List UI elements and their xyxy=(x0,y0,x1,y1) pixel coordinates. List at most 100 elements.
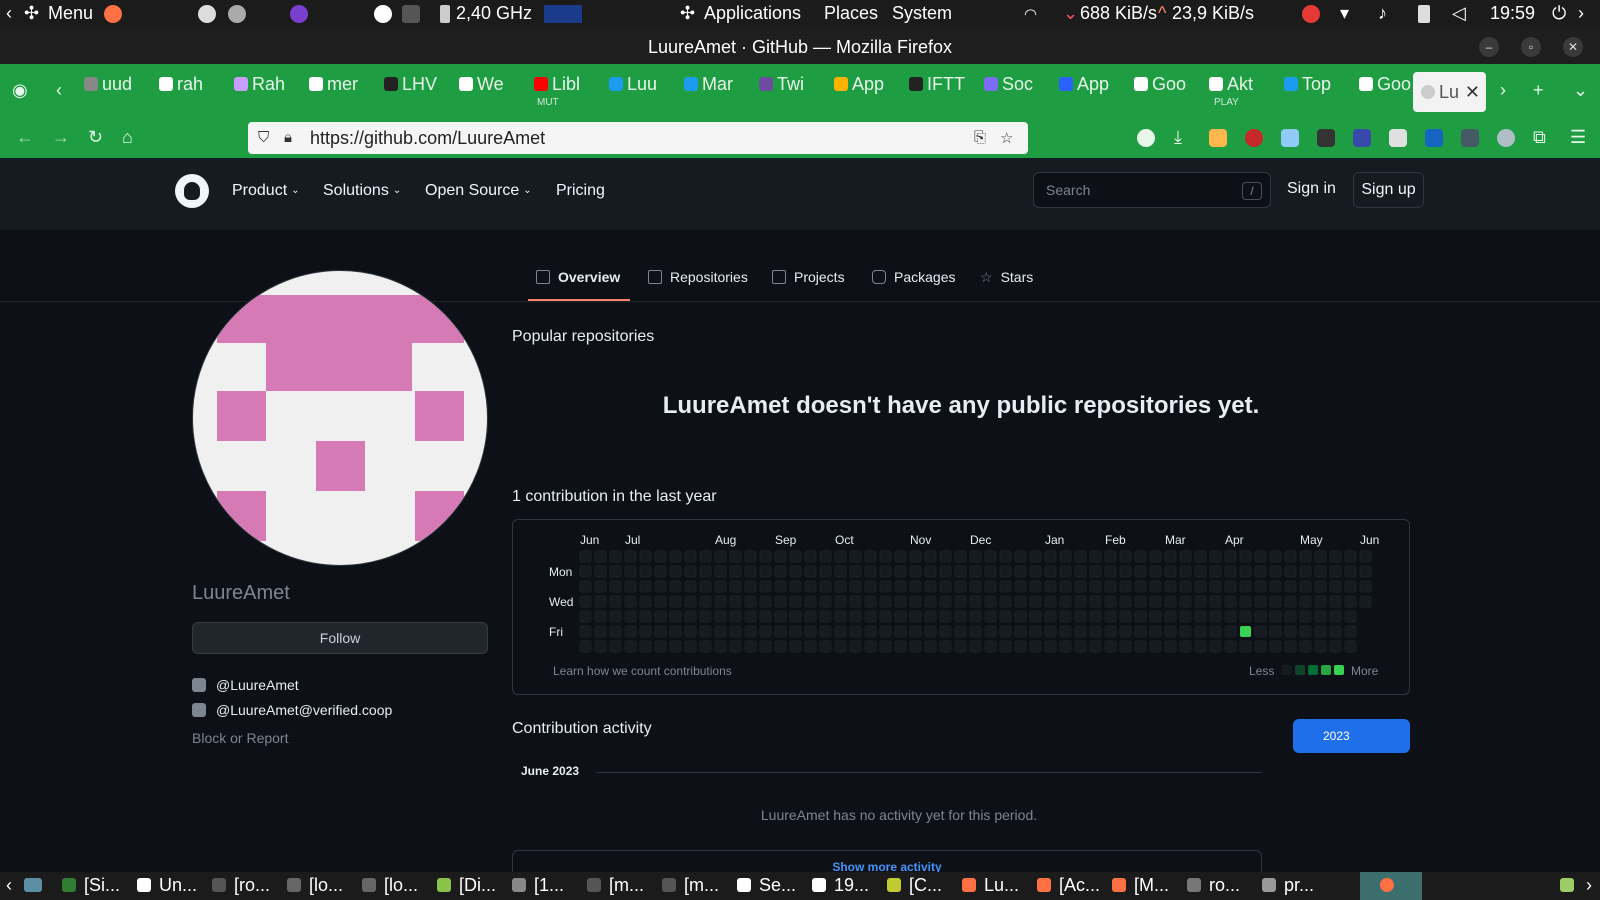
contribution-day[interactable] xyxy=(1194,580,1207,593)
taskbar-item[interactable]: pr... xyxy=(1262,875,1314,896)
contribution-day[interactable] xyxy=(1119,550,1132,563)
contribution-day[interactable] xyxy=(579,550,592,563)
contribution-day[interactable] xyxy=(1239,565,1252,578)
contribution-day[interactable] xyxy=(1119,640,1132,653)
contribution-day[interactable] xyxy=(1254,550,1267,563)
contribution-day[interactable] xyxy=(639,565,652,578)
contribution-day[interactable] xyxy=(1194,595,1207,608)
contribution-day[interactable] xyxy=(744,595,757,608)
contribution-day[interactable] xyxy=(1149,610,1162,623)
contribution-day[interactable] xyxy=(789,625,802,638)
tab-scroll-left-icon[interactable]: ‹ xyxy=(56,80,62,101)
contribution-day[interactable] xyxy=(1329,640,1342,653)
maximize-icon[interactable]: ▫ xyxy=(1521,37,1541,57)
contribution-day[interactable] xyxy=(684,580,697,593)
contribution-day[interactable] xyxy=(714,565,727,578)
contribution-day[interactable] xyxy=(1344,565,1357,578)
contribution-day[interactable] xyxy=(1329,595,1342,608)
contribution-day[interactable] xyxy=(954,580,967,593)
contribution-day[interactable] xyxy=(939,610,952,623)
contribution-day[interactable] xyxy=(714,625,727,638)
contribution-day[interactable] xyxy=(714,640,727,653)
url-bar[interactable]: ⛉ 🔒︎ https://github.com/LuureAmet ⎘ ☆ xyxy=(248,122,1028,154)
contribution-day[interactable] xyxy=(1059,610,1072,623)
contribution-day[interactable] xyxy=(924,580,937,593)
browser-tab[interactable]: Twi xyxy=(759,74,828,108)
contribution-day[interactable] xyxy=(1164,580,1177,593)
contribution-day[interactable] xyxy=(759,580,772,593)
browser-tab[interactable]: Luu xyxy=(609,74,678,108)
browser-tab[interactable]: App xyxy=(1059,74,1128,108)
contribution-day[interactable] xyxy=(789,595,802,608)
contribution-day[interactable] xyxy=(1269,625,1282,638)
contribution-day[interactable] xyxy=(804,550,817,563)
contribution-day[interactable] xyxy=(924,595,937,608)
contribution-day[interactable] xyxy=(1134,640,1147,653)
contribution-day[interactable] xyxy=(939,550,952,563)
notification-bell-icon[interactable]: ♪ xyxy=(1378,3,1387,24)
downloads-icon[interactable]: ⤓ xyxy=(1174,127,1182,148)
contribution-day[interactable] xyxy=(654,565,667,578)
contribution-day[interactable] xyxy=(1179,580,1192,593)
extension-icon-1[interactable] xyxy=(1209,129,1227,147)
contribution-day[interactable] xyxy=(684,640,697,653)
contribution-day[interactable] xyxy=(729,580,742,593)
contribution-day[interactable] xyxy=(1299,550,1312,563)
contribution-day[interactable] xyxy=(579,640,592,653)
contribution-day[interactable] xyxy=(759,565,772,578)
contribution-day[interactable] xyxy=(879,625,892,638)
contribution-day[interactable] xyxy=(1134,595,1147,608)
contribution-day[interactable] xyxy=(1359,565,1372,578)
contribution-day[interactable] xyxy=(1179,595,1192,608)
contribution-day[interactable] xyxy=(879,580,892,593)
tab-scroll-right-icon[interactable]: › xyxy=(1500,80,1506,101)
taskbar-left-arrow-icon[interactable]: ‹ xyxy=(6,875,12,896)
contribution-day[interactable] xyxy=(1254,610,1267,623)
tab-projects[interactable]: Projects xyxy=(772,269,845,285)
contribution-day[interactable] xyxy=(1089,625,1102,638)
contribution-day[interactable] xyxy=(639,610,652,623)
contribution-day[interactable] xyxy=(1044,595,1057,608)
system-menu[interactable]: System xyxy=(892,3,952,24)
contribution-day[interactable] xyxy=(954,625,967,638)
contribution-day[interactable] xyxy=(1314,640,1327,653)
contribution-day[interactable] xyxy=(1209,565,1222,578)
contribution-day[interactable] xyxy=(849,580,862,593)
back-icon[interactable]: ← xyxy=(16,127,34,148)
taskbar-item[interactable]: Un... xyxy=(137,875,197,896)
contribution-day[interactable] xyxy=(1284,625,1297,638)
contribution-day[interactable] xyxy=(909,580,922,593)
contribution-day[interactable] xyxy=(1209,640,1222,653)
pocket-icon[interactable] xyxy=(1137,129,1155,147)
settings-launcher-icon[interactable] xyxy=(228,5,246,23)
contribution-day[interactable] xyxy=(1014,610,1027,623)
contribution-day[interactable] xyxy=(1059,550,1072,563)
contribution-day[interactable] xyxy=(699,565,712,578)
contribution-day[interactable] xyxy=(864,550,877,563)
taskbar-item[interactable]: [C... xyxy=(887,875,942,896)
taskbar-item[interactable]: [Ac... xyxy=(1037,875,1100,896)
contribution-day[interactable] xyxy=(894,640,907,653)
contribution-day[interactable] xyxy=(999,595,1012,608)
contribution-day[interactable] xyxy=(1149,565,1162,578)
contribution-day[interactable] xyxy=(1284,595,1297,608)
contribution-day[interactable] xyxy=(774,580,787,593)
search-input[interactable]: Search / xyxy=(1033,172,1271,208)
browser-tab[interactable]: IFTT xyxy=(909,74,978,108)
close-window-icon[interactable]: ✕ xyxy=(1563,37,1583,57)
contribution-day[interactable] xyxy=(834,550,847,563)
extension-icon-4[interactable] xyxy=(1317,129,1335,147)
taskbar-item[interactable]: [Di... xyxy=(437,875,496,896)
contribution-day[interactable] xyxy=(1014,565,1027,578)
contribution-day[interactable] xyxy=(609,580,622,593)
contribution-day[interactable] xyxy=(1029,580,1042,593)
contribution-day[interactable] xyxy=(594,550,607,563)
contribution-day[interactable] xyxy=(1254,595,1267,608)
contribution-day[interactable] xyxy=(864,565,877,578)
terminal-launcher-icon[interactable] xyxy=(402,5,420,23)
contribution-day[interactable] xyxy=(1344,595,1357,608)
contribution-day[interactable] xyxy=(909,610,922,623)
firefox-launcher-icon[interactable] xyxy=(104,5,122,23)
contribution-day[interactable] xyxy=(1119,610,1132,623)
contribution-day[interactable] xyxy=(954,640,967,653)
